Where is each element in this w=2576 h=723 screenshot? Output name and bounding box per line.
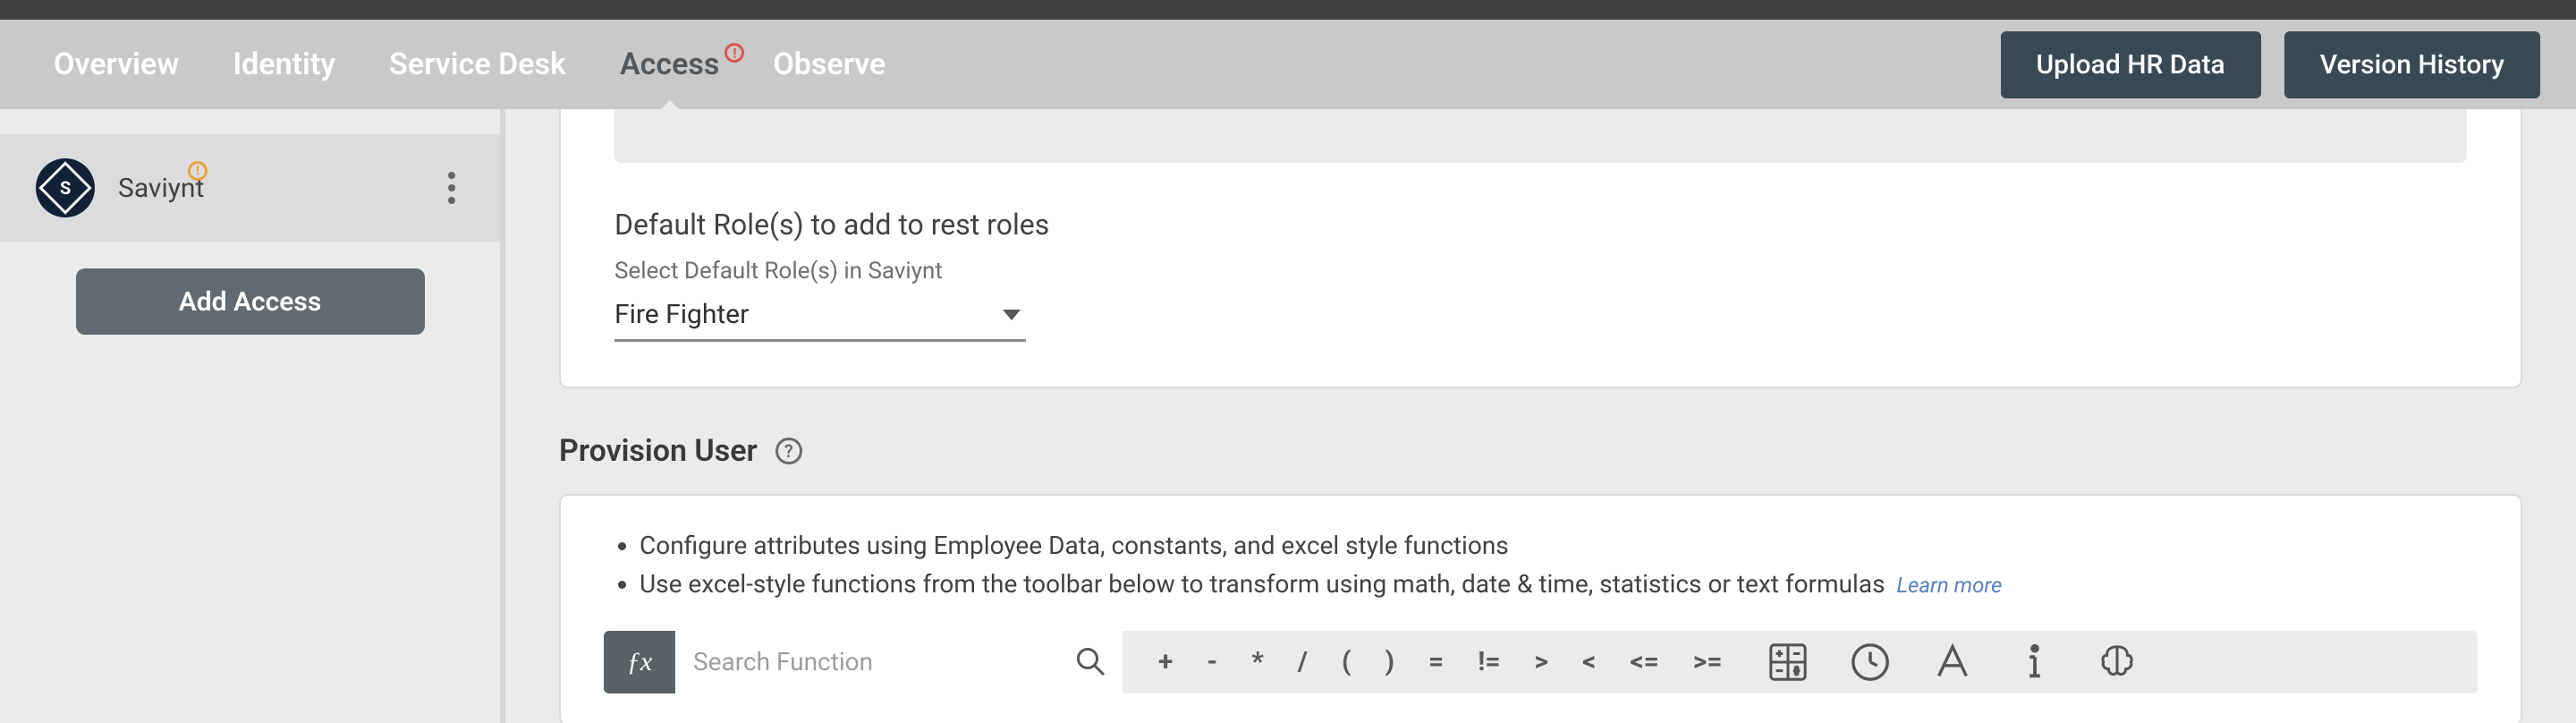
math-icon[interactable] bbox=[1767, 642, 1809, 683]
text-icon[interactable] bbox=[1932, 642, 1973, 683]
op-minus[interactable]: - bbox=[1207, 646, 1217, 677]
tab-access[interactable]: Access ! bbox=[620, 47, 719, 82]
list-item: Configure attributes using Employee Data… bbox=[640, 526, 2478, 565]
op-plus[interactable]: + bbox=[1158, 646, 1173, 677]
function-search-wrap bbox=[675, 631, 1123, 693]
header-buttons: Upload HR Data Version History bbox=[2001, 31, 2541, 98]
add-access-button[interactable]: Add Access bbox=[76, 268, 425, 335]
app-initial: S bbox=[60, 177, 71, 199]
function-search-input[interactable] bbox=[693, 647, 1105, 676]
select-value: Fire Fighter bbox=[614, 299, 749, 330]
clock-icon[interactable] bbox=[1850, 642, 1891, 683]
op-not-equals[interactable]: != bbox=[1478, 646, 1500, 677]
learn-more-link[interactable]: Learn more bbox=[1896, 573, 2002, 598]
default-roles-title: Default Role(s) to add to rest roles bbox=[614, 208, 2467, 242]
search-icon[interactable] bbox=[1074, 645, 1106, 677]
bullet-text: Configure attributes using Employee Data… bbox=[640, 531, 1509, 560]
sidebar: S Saviynt ! Add Access bbox=[0, 109, 505, 723]
main-content: Default Role(s) to add to rest roles Sel… bbox=[505, 109, 2576, 723]
tab-observe[interactable]: Observe bbox=[773, 47, 886, 82]
tab-bar: Overview Identity Service Desk Access ! … bbox=[0, 20, 2576, 109]
tab-service-desk[interactable]: Service Desk bbox=[389, 47, 566, 82]
chevron-down-icon bbox=[1003, 310, 1021, 320]
warning-icon: ! bbox=[188, 161, 208, 181]
tab-overview[interactable]: Overview bbox=[54, 47, 179, 82]
default-roles-select[interactable]: Fire Fighter bbox=[614, 293, 1026, 342]
op-multiply[interactable]: * bbox=[1251, 646, 1264, 677]
function-toolbar: ƒx + - * / ( ) = != > < bbox=[604, 631, 2478, 693]
info-icon[interactable] bbox=[2014, 642, 2055, 683]
default-roles-select-label: Select Default Role(s) in Saviynt bbox=[614, 258, 2467, 285]
operator-group: + - * / ( ) = != > < <= >= bbox=[1158, 646, 1723, 677]
op-gte[interactable]: >= bbox=[1693, 646, 1723, 677]
toolbar-icon-group bbox=[1767, 642, 2138, 683]
bullet-text: Use excel-style functions from the toolb… bbox=[640, 569, 1885, 599]
fx-button[interactable]: ƒx bbox=[604, 631, 675, 693]
tab-label: Access bbox=[620, 47, 719, 82]
provision-bullets: Configure attributes using Employee Data… bbox=[604, 526, 2478, 604]
version-history-button[interactable]: Version History bbox=[2284, 31, 2540, 98]
warning-badge-icon: ! bbox=[724, 43, 744, 63]
op-paren-close[interactable]: ) bbox=[1385, 646, 1394, 677]
op-divide[interactable]: / bbox=[1298, 646, 1308, 677]
tab-label: Overview bbox=[54, 47, 179, 82]
fx-label: ƒx bbox=[627, 647, 652, 677]
help-icon[interactable]: ? bbox=[775, 438, 802, 464]
tab-label: Service Desk bbox=[389, 47, 566, 82]
top-dark-strip bbox=[0, 0, 2576, 20]
op-equals[interactable]: = bbox=[1428, 646, 1444, 677]
tab-label: Identity bbox=[233, 47, 335, 82]
provision-card: Configure attributes using Employee Data… bbox=[559, 494, 2522, 723]
list-item: Use excel-style functions from the toolb… bbox=[640, 565, 2478, 603]
provision-user-title: Provision User bbox=[559, 433, 758, 469]
op-gt[interactable]: > bbox=[1535, 646, 1548, 677]
card-top-placeholder bbox=[614, 109, 2467, 163]
brain-icon[interactable] bbox=[2097, 642, 2138, 683]
active-tab-indicator bbox=[656, 100, 684, 115]
op-lte[interactable]: <= bbox=[1630, 646, 1659, 677]
op-lt[interactable]: < bbox=[1582, 646, 1596, 677]
main-layout: S Saviynt ! Add Access Default Role(s) t… bbox=[0, 109, 2576, 723]
upload-hr-data-button[interactable]: Upload HR Data bbox=[2001, 31, 2261, 98]
app-avatar: S bbox=[36, 158, 95, 217]
tab-label: Observe bbox=[773, 47, 886, 82]
provision-user-title-row: Provision User ? bbox=[559, 433, 2522, 469]
kebab-menu-icon[interactable] bbox=[439, 163, 464, 213]
tab-identity[interactable]: Identity bbox=[233, 47, 335, 82]
op-paren-open[interactable]: ( bbox=[1342, 646, 1352, 677]
roles-card: Default Role(s) to add to rest roles Sel… bbox=[559, 109, 2522, 388]
app-row-saviynt[interactable]: S Saviynt ! bbox=[0, 134, 500, 242]
